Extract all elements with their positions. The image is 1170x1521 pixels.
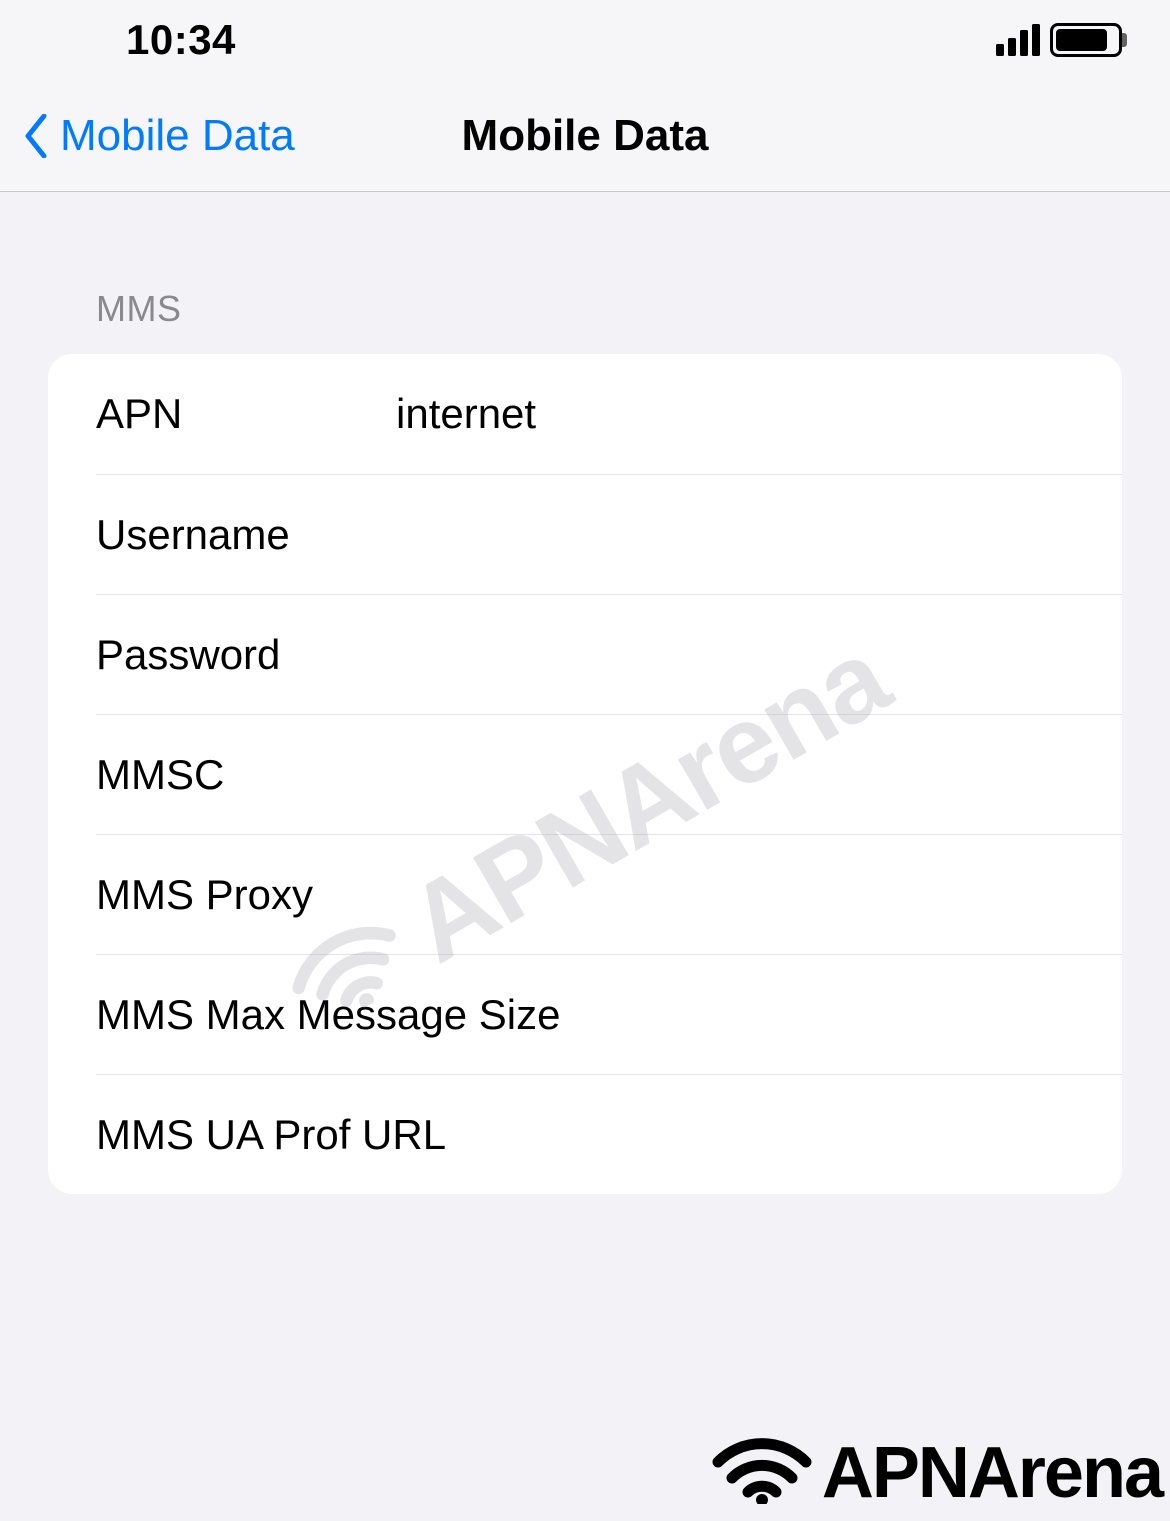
settings-content: MMS APN Username Password MMSC MMS Proxy… xyxy=(0,192,1170,1194)
page-title: Mobile Data xyxy=(462,111,709,161)
nav-header: Mobile Data Mobile Data xyxy=(0,80,1170,192)
cellular-signal-icon xyxy=(996,24,1040,56)
status-time: 10:34 xyxy=(126,16,236,64)
username-field[interactable] xyxy=(396,511,1122,559)
mms-settings-card: APN Username Password MMSC MMS Proxy MMS… xyxy=(48,354,1122,1194)
setting-label: MMS Proxy xyxy=(96,871,396,919)
setting-row-username[interactable]: Username xyxy=(96,474,1122,594)
setting-label: MMS Max Message Size xyxy=(96,991,560,1039)
setting-row-mmsc[interactable]: MMSC xyxy=(96,714,1122,834)
watermark-text: APNArena xyxy=(822,1432,1162,1514)
setting-label: APN xyxy=(96,390,396,438)
setting-label: Password xyxy=(96,631,396,679)
apn-field[interactable] xyxy=(396,390,1122,438)
wifi-icon xyxy=(712,1424,812,1521)
mmsc-field[interactable] xyxy=(396,751,1122,799)
battery-icon xyxy=(1050,23,1122,57)
setting-row-apn[interactable]: APN xyxy=(48,354,1122,474)
setting-row-mms-ua-prof[interactable]: MMS UA Prof URL xyxy=(96,1074,1122,1194)
setting-row-password[interactable]: Password xyxy=(96,594,1122,714)
mms-ua-prof-field[interactable] xyxy=(446,1111,1122,1159)
setting-label: Username xyxy=(96,511,396,559)
mms-max-size-field[interactable] xyxy=(560,991,1122,1039)
section-header-mms: MMS xyxy=(48,192,1122,354)
back-button[interactable]: Mobile Data xyxy=(0,111,295,161)
setting-label: MMSC xyxy=(96,751,396,799)
setting-row-mms-proxy[interactable]: MMS Proxy xyxy=(96,834,1122,954)
watermark-bottom: APNArena xyxy=(712,1424,1162,1521)
status-indicators xyxy=(996,23,1122,57)
chevron-left-icon xyxy=(22,111,50,161)
status-bar: 10:34 xyxy=(0,0,1170,80)
setting-label: MMS UA Prof URL xyxy=(96,1111,446,1159)
back-button-label: Mobile Data xyxy=(60,111,295,161)
mms-proxy-field[interactable] xyxy=(396,871,1122,919)
password-field[interactable] xyxy=(396,631,1122,679)
setting-row-mms-max-size[interactable]: MMS Max Message Size xyxy=(96,954,1122,1074)
